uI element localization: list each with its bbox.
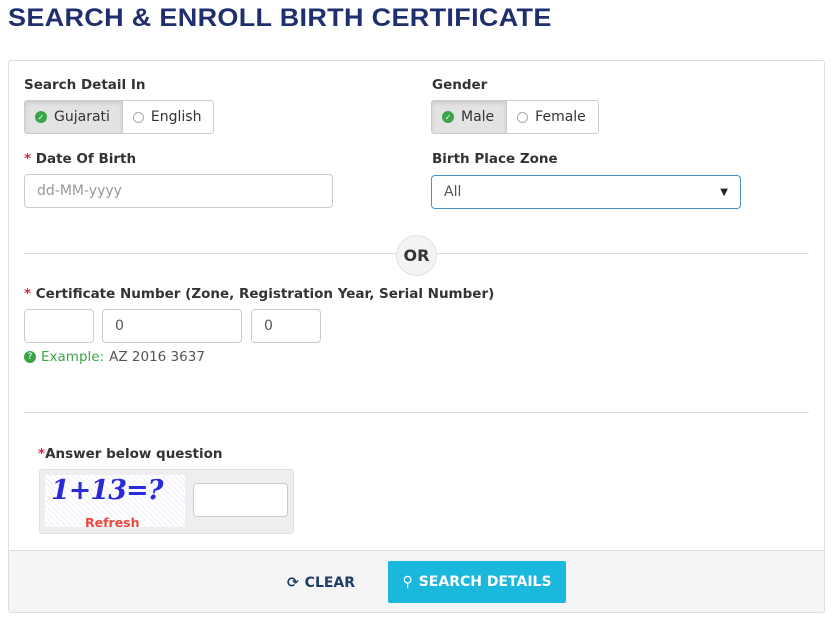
search-details-button[interactable]: ⚲ SEARCH DETAILS	[388, 561, 566, 603]
option-gujarati[interactable]: ✓ Gujarati	[25, 101, 123, 133]
option-label: Male	[461, 109, 495, 125]
required-marker: *	[24, 151, 32, 167]
divider	[24, 412, 809, 413]
zone-label: Birth Place Zone	[432, 151, 558, 167]
or-badge: OR	[396, 235, 437, 276]
gender-label: Gender	[432, 77, 488, 93]
captcha-refresh-link[interactable]: Refresh	[85, 515, 140, 530]
option-english[interactable]: English	[123, 101, 214, 133]
dob-label-text: Date Of Birth	[35, 151, 137, 167]
search-label: SEARCH DETAILS	[418, 574, 552, 590]
captcha-question: 1+13=?	[51, 475, 163, 506]
search-detail-label: Search Detail In	[24, 77, 146, 93]
required-marker: *	[38, 446, 46, 462]
option-label: Female	[535, 109, 586, 125]
cert-example: ? Example: AZ 2016 3637	[24, 349, 205, 365]
captcha-answer-input[interactable]	[193, 483, 288, 517]
cert-serial-input[interactable]: 0	[251, 309, 321, 343]
check-icon: ✓	[35, 111, 47, 123]
check-icon: ✓	[442, 111, 454, 123]
help-icon: ?	[24, 351, 36, 363]
required-marker: *	[24, 286, 32, 302]
search-icon: ⚲	[402, 574, 413, 590]
clear-button[interactable]: ⟳ CLEAR	[280, 563, 362, 603]
cert-year-input[interactable]: 0	[102, 309, 242, 343]
option-male[interactable]: ✓ Male	[432, 101, 508, 133]
captcha-label: *Answer below question	[38, 446, 222, 462]
example-label: Example:	[41, 349, 105, 365]
option-label: English	[150, 109, 202, 125]
gender-toggle: ✓ Male Female	[431, 100, 599, 134]
captcha-image: 1+13=? Refresh	[45, 475, 185, 530]
dob-input[interactable]: dd-MM-yyyy	[24, 174, 333, 208]
option-female[interactable]: Female	[507, 101, 598, 133]
cert-label: * Certificate Number (Zone, Registration…	[24, 286, 494, 302]
zone-value: All	[444, 184, 462, 200]
radio-icon	[132, 111, 144, 123]
language-toggle: ✓ Gujarati English	[24, 100, 215, 134]
chevron-down-icon: ▼	[720, 186, 728, 198]
refresh-icon: ⟳	[286, 575, 299, 591]
dob-label: * Date Of Birth	[24, 151, 136, 167]
cert-zone-input[interactable]	[24, 309, 94, 343]
birth-place-zone-select[interactable]: All ▼	[431, 175, 741, 209]
option-label: Gujarati	[54, 109, 110, 125]
captcha-label-text: Answer below question	[45, 446, 223, 462]
clear-label: CLEAR	[304, 575, 356, 591]
example-value: AZ 2016 3637	[109, 349, 205, 365]
cert-label-text: Certificate Number (Zone, Registration Y…	[35, 286, 495, 302]
page-title: SEARCH & ENROLL BIRTH CERTIFICATE	[8, 4, 552, 32]
radio-icon	[517, 111, 529, 123]
